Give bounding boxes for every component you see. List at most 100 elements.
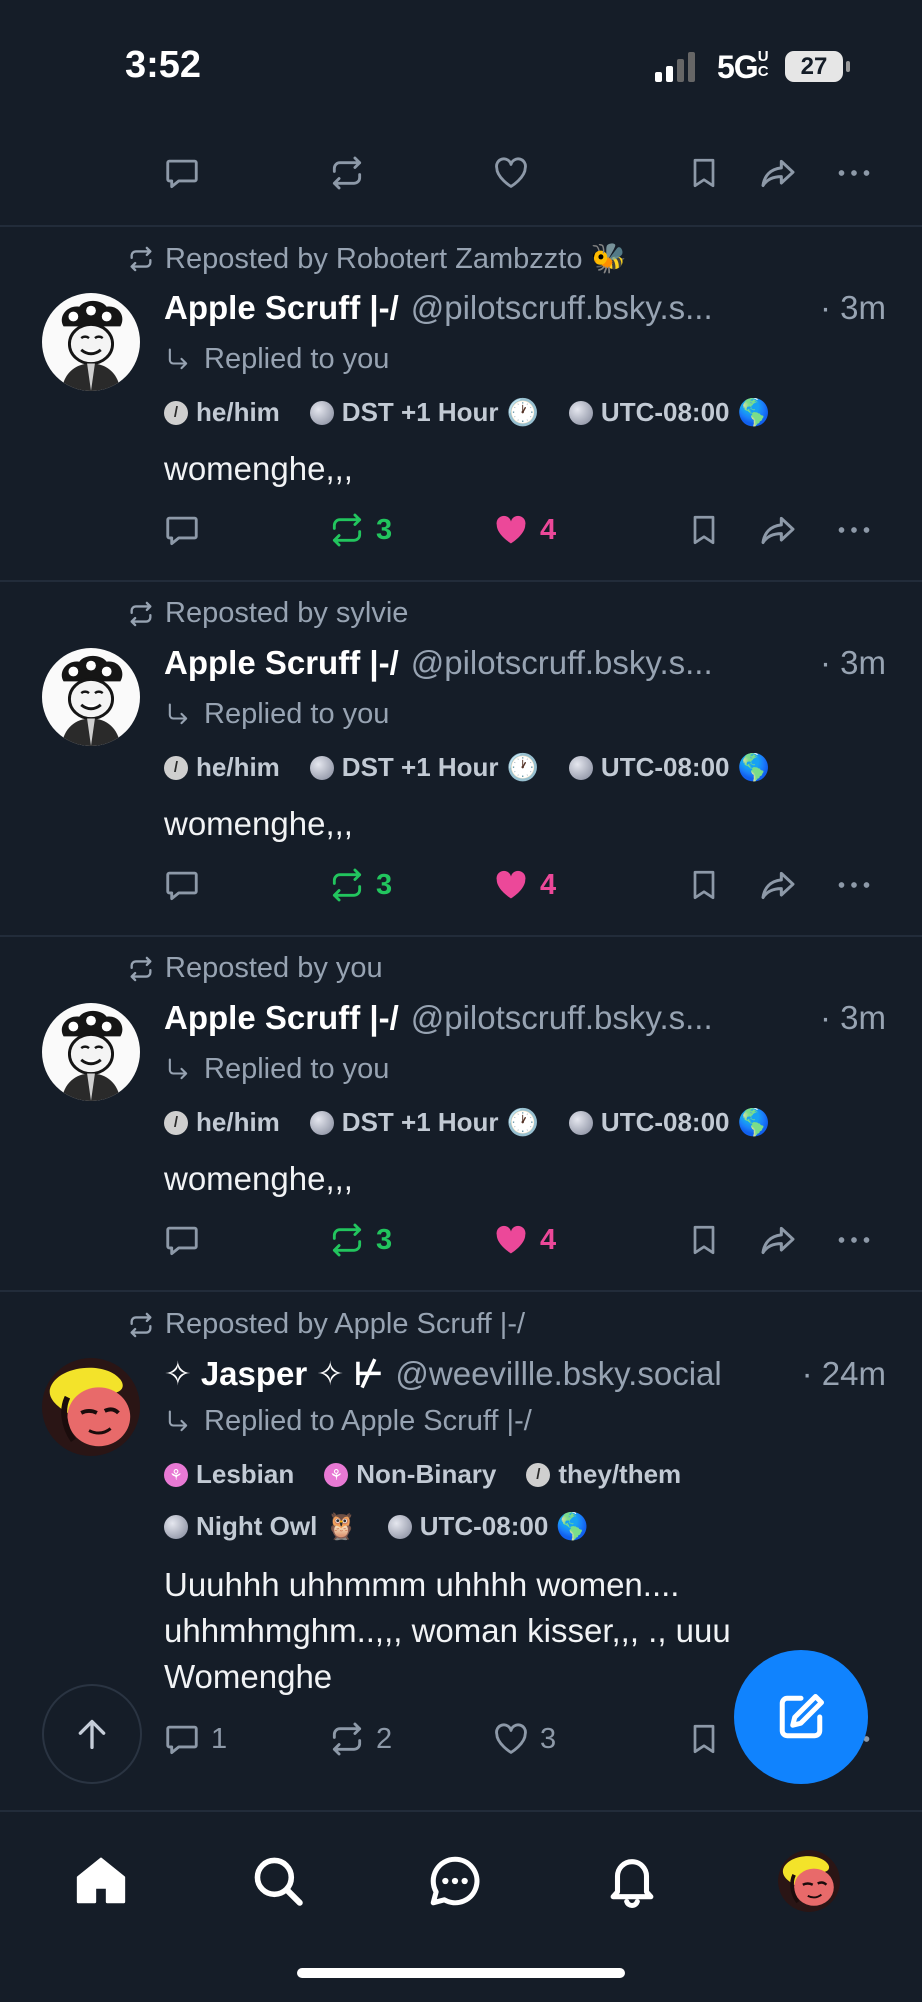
badge-pronouns: / he/him <box>164 1107 280 1138</box>
like-button[interactable]: 3 <box>492 1713 556 1765</box>
globe-emoji: 🌎 <box>737 1107 770 1137</box>
author-handle[interactable]: @weevillle.bsky.social <box>395 1355 789 1393</box>
reply-context: Replied to you <box>164 698 389 731</box>
more-button[interactable] <box>834 859 874 911</box>
author-name[interactable]: Apple Scruff |-/ <box>164 289 399 327</box>
bookmark-button[interactable] <box>686 859 722 911</box>
like-button[interactable]: 4 <box>492 859 556 911</box>
status-bar: 3:52 5GUC 27 <box>0 0 922 130</box>
like-button[interactable]: 4 <box>492 1214 556 1266</box>
more-button[interactable] <box>834 1214 874 1266</box>
author-avatar[interactable] <box>42 1358 140 1456</box>
repost-button[interactable]: 3 <box>328 504 392 556</box>
post-time[interactable]: · 24m <box>802 1355 886 1393</box>
author-handle[interactable]: @pilotscruff.bsky.s... <box>411 999 808 1037</box>
tab-chat[interactable] <box>420 1846 490 1916</box>
tab-notifications[interactable] <box>597 1846 667 1916</box>
author-avatar[interactable] <box>42 293 140 391</box>
badge-timezone: UTC-08:00 🌎 <box>568 1107 770 1138</box>
more-icon <box>834 1220 874 1260</box>
author-avatar[interactable] <box>42 648 140 746</box>
post-action-bar: 3 4 <box>0 859 922 911</box>
arrow-up-icon <box>78 1719 106 1749</box>
badge-non-binary: ⚘ Non-Binary <box>324 1459 496 1490</box>
like-button[interactable]: 4 <box>492 504 556 556</box>
more-icon <box>834 153 874 193</box>
author-avatar[interactable] <box>42 1003 140 1101</box>
feed-post[interactable]: Reposted by Robotert Zambzzto 🐝 Apple Sc… <box>0 227 922 580</box>
like-icon <box>492 1720 530 1758</box>
like-count: 4 <box>540 1223 557 1256</box>
bookmark-button[interactable] <box>686 504 722 556</box>
post-time[interactable]: · 3m <box>820 999 886 1037</box>
feed-post[interactable]: Reposted by you Apple Scruff |-/ @pilots… <box>0 937 922 1290</box>
reply-button[interactable] <box>163 1214 211 1266</box>
badge-lesbian: ⚘ Lesbian <box>164 1459 294 1490</box>
bookmark-icon <box>686 1721 722 1757</box>
chat-icon <box>430 1856 480 1906</box>
globe-emoji: 🌎 <box>737 752 770 782</box>
tab-profile[interactable] <box>774 1846 844 1916</box>
repost-count: 3 <box>376 513 393 546</box>
profile-badges: / he/him DST +1 Hour 🕐 UTC-08:00 🌎 <box>164 1107 770 1138</box>
scroll-to-top-button[interactable] <box>42 1684 142 1784</box>
reply-button[interactable] <box>163 504 211 556</box>
compose-button[interactable] <box>734 1650 868 1784</box>
repost-attribution-label[interactable]: Reposted by Robotert Zambzzto 🐝 <box>165 242 627 276</box>
post-time[interactable]: · 3m <box>820 289 886 327</box>
share-button[interactable] <box>758 859 798 911</box>
repost-icon <box>328 511 366 549</box>
reply-icon <box>163 1221 201 1259</box>
post-time[interactable]: · 3m <box>820 644 886 682</box>
bookmark-button[interactable] <box>686 147 722 199</box>
home-indicator <box>297 1968 625 1978</box>
bookmark-button[interactable] <box>686 1713 722 1765</box>
author-handle[interactable]: @pilotscruff.bsky.s... <box>411 289 808 327</box>
share-button[interactable] <box>758 147 798 199</box>
share-button[interactable] <box>758 1214 798 1266</box>
more-button[interactable] <box>834 504 874 556</box>
globe-emoji: 🌎 <box>556 1511 589 1541</box>
reply-button[interactable]: 1 <box>163 1713 227 1765</box>
share-icon <box>758 1220 798 1260</box>
repost-attribution-label[interactable]: Reposted by Apple Scruff |-/ <box>165 1308 525 1341</box>
partial-post-action-bar <box>0 147 922 199</box>
repost-count: 3 <box>376 868 393 901</box>
reply-arrow-icon <box>164 701 192 729</box>
tab-home[interactable] <box>66 1846 136 1916</box>
home-icon <box>76 1857 126 1904</box>
bookmark-icon <box>686 1222 722 1258</box>
author-name[interactable]: ✧ Jasper ✧ ⊬ <box>164 1354 383 1393</box>
reply-icon <box>163 1720 201 1758</box>
author-handle[interactable]: @pilotscruff.bsky.s... <box>411 644 808 682</box>
reply-arrow-icon <box>164 346 192 374</box>
network-type: 5GUC <box>717 48 769 85</box>
reply-context: Replied to Apple Scruff |-/ <box>164 1405 532 1438</box>
repost-button[interactable]: 2 <box>328 1713 392 1765</box>
post-text: womenghe,,, <box>164 450 353 487</box>
more-button[interactable] <box>834 147 874 199</box>
share-button[interactable] <box>758 504 798 556</box>
feed-post[interactable]: Reposted by sylvie Apple Scruff |-/ @pil… <box>0 582 922 935</box>
reply-count: 1 <box>211 1722 228 1755</box>
repost-icon <box>328 1720 366 1758</box>
reply-button[interactable] <box>163 147 201 199</box>
profile-badges: ⚘ Lesbian ⚘ Non-Binary / they/them <box>164 1459 681 1490</box>
repost-button[interactable]: 3 <box>328 859 392 911</box>
repost-attribution-label[interactable]: Reposted by sylvie <box>165 597 408 630</box>
tab-search[interactable] <box>243 1846 313 1916</box>
bell-icon <box>610 1859 654 1908</box>
repost-attribution-label[interactable]: Reposted by you <box>165 952 383 985</box>
more-icon <box>834 510 874 550</box>
like-button[interactable] <box>492 147 530 199</box>
repost-button[interactable] <box>328 147 366 199</box>
clock: 3:52 <box>125 44 202 86</box>
repost-button[interactable]: 3 <box>328 1214 392 1266</box>
author-name[interactable]: Apple Scruff |-/ <box>164 644 399 682</box>
reply-button[interactable] <box>163 859 211 911</box>
bookmark-button[interactable] <box>686 1214 722 1266</box>
badge-dot-icon: / <box>164 1110 188 1135</box>
reply-context-label[interactable]: Replied to Apple Scruff |-/ <box>204 1405 532 1438</box>
author-name[interactable]: Apple Scruff |-/ <box>164 999 399 1037</box>
repost-icon <box>328 1221 366 1259</box>
